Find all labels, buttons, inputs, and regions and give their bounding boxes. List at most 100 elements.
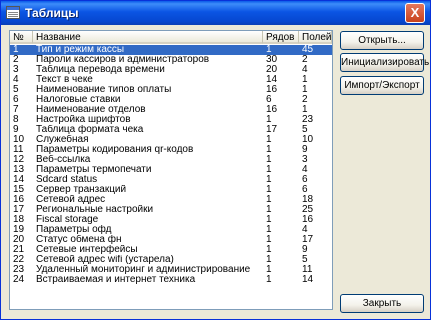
column-header-fields[interactable]: Полей [299,31,332,44]
tables-dialog: Таблицы X № Название Рядов Полей 1 Тип и … [0,0,431,320]
row-row-count: 1 [266,265,272,275]
table-row[interactable]: 21 Сетевые интерфейсы 1 9 [10,245,332,255]
row-row-count: 1 [266,45,272,55]
table-row[interactable]: 6 Налоговые ставки 6 2 [10,95,332,105]
row-field-count: 1 [302,85,308,95]
row-field-count: 6 [302,175,308,185]
table-row[interactable]: 3 Таблица перевода времени 20 4 [10,65,332,75]
row-row-count: 1 [266,275,272,285]
table-row[interactable]: 18 Fiscal storage 1 16 [10,215,332,225]
close-window-button[interactable]: X [405,3,425,23]
row-name: Fiscal storage [36,215,99,225]
row-row-count: 1 [266,155,272,165]
row-name: Тип и режим кассы [36,45,125,55]
table-row[interactable]: 16 Сетевой адрес 1 18 [10,195,332,205]
row-row-count: 1 [266,225,272,235]
row-number: 17 [13,205,25,215]
row-row-count: 1 [266,145,272,155]
row-number: 10 [13,135,25,145]
column-header-number[interactable]: № [10,31,33,44]
tables-list[interactable]: № Название Рядов Полей 1 Тип и режим касс… [9,30,333,310]
row-number: 6 [13,95,19,105]
row-number: 14 [13,175,25,185]
row-row-count: 1 [266,255,272,265]
close-button[interactable]: Закрыть [340,294,424,313]
table-row[interactable]: 15 Сервер транзакций 1 6 [10,185,332,195]
row-name: Наименование отделов [36,105,146,115]
row-field-count: 17 [302,235,314,245]
column-header-rows[interactable]: Рядов [263,31,299,44]
row-field-count: 1 [302,75,308,85]
row-name: Параметры кодирования qr-кодов [36,145,194,155]
row-row-count: 1 [266,185,272,195]
row-name: Статус обмена фн [36,235,122,245]
row-field-count: 6 [302,185,308,195]
table-row[interactable]: 23 Удаленный мониторинг и администрирован… [10,265,332,275]
row-number: 22 [13,255,25,265]
row-number: 8 [13,115,19,125]
row-field-count: 11 [302,265,313,275]
row-name: Sdcard status [36,175,98,185]
row-row-count: 1 [266,195,272,205]
row-name: Веб-ссылка [36,155,91,165]
table-row[interactable]: 22 Сетевой адрес wifi (устарела) 1 5 [10,255,332,265]
row-name: Настройка шрифтов [36,115,131,125]
row-row-count: 1 [266,175,272,185]
row-number: 4 [13,75,19,85]
row-name: Налоговые ставки [36,95,121,105]
row-row-count: 14 [266,75,278,85]
initialize-button[interactable]: Инициализировать [340,53,429,72]
row-field-count: 2 [302,95,308,105]
table-row[interactable]: 7 Наименование отделов 16 1 [10,105,332,115]
list-header: № Название Рядов Полей [10,31,332,45]
row-row-count: 1 [266,165,272,175]
row-field-count: 45 [302,45,314,55]
row-number: 20 [13,235,25,245]
row-number: 18 [13,215,25,225]
row-row-count: 1 [266,245,272,255]
open-button[interactable]: Открыть... [340,31,424,50]
row-row-count: 30 [266,55,278,65]
table-row[interactable]: 19 Параметры офд 1 4 [10,225,332,235]
row-row-count: 1 [266,205,272,215]
table-row[interactable]: 1 Тип и режим кассы 1 45 [10,45,332,55]
row-number: 7 [13,105,19,115]
row-field-count: 4 [302,225,308,235]
row-name: Сетевой адрес wifi (устарела) [36,255,174,265]
table-row[interactable]: 12 Веб-ссылка 1 3 [10,155,332,165]
row-number: 1 [13,45,19,55]
table-row[interactable]: 4 Текст в чеке 14 1 [10,75,332,85]
row-name: Сервер транзакций [36,185,127,195]
row-name: Текст в чеке [36,75,93,85]
row-number: 12 [13,155,25,165]
row-number: 13 [13,165,25,175]
table-row[interactable]: 10 Служебная 1 10 [10,135,332,145]
row-field-count: 4 [302,65,308,75]
table-row[interactable]: 14 Sdcard status 1 6 [10,175,332,185]
row-number: 23 [13,265,25,275]
column-header-name[interactable]: Название [33,31,263,44]
table-row[interactable]: 9 Таблица формата чека 17 5 [10,125,332,135]
row-number: 2 [13,55,19,65]
row-name: Удаленный мониторинг и администрирование [36,265,251,275]
row-number: 5 [13,85,19,95]
row-name: Наименование типов оплаты [36,85,172,95]
table-row[interactable]: 17 Региональные настройки 1 25 [10,205,332,215]
row-field-count: 23 [302,115,314,125]
table-row[interactable]: 5 Наименование типов оплаты 16 1 [10,85,332,95]
import-export-button[interactable]: Импорт/Экспорт [340,76,424,95]
table-row[interactable]: 20 Статус обмена фн 1 17 [10,235,332,245]
title-bar[interactable]: Таблицы X [1,1,430,25]
row-row-count: 16 [266,85,278,95]
table-row[interactable]: 24 Встраиваемая и интернет техника 1 14 [10,275,332,285]
table-row[interactable]: 2 Пароли кассиров и администраторов 30 2 [10,55,332,65]
row-number: 3 [13,65,19,75]
row-number: 21 [13,245,25,255]
table-icon [6,6,20,19]
table-row[interactable]: 8 Настройка шрифтов 1 23 [10,115,332,125]
row-field-count: 3 [302,155,308,165]
row-row-count: 1 [266,235,272,245]
table-row[interactable]: 11 Параметры кодирования qr-кодов 1 9 [10,145,332,155]
row-field-count: 9 [302,245,308,255]
table-row[interactable]: 13 Параметры термопечати 1 4 [10,165,332,175]
